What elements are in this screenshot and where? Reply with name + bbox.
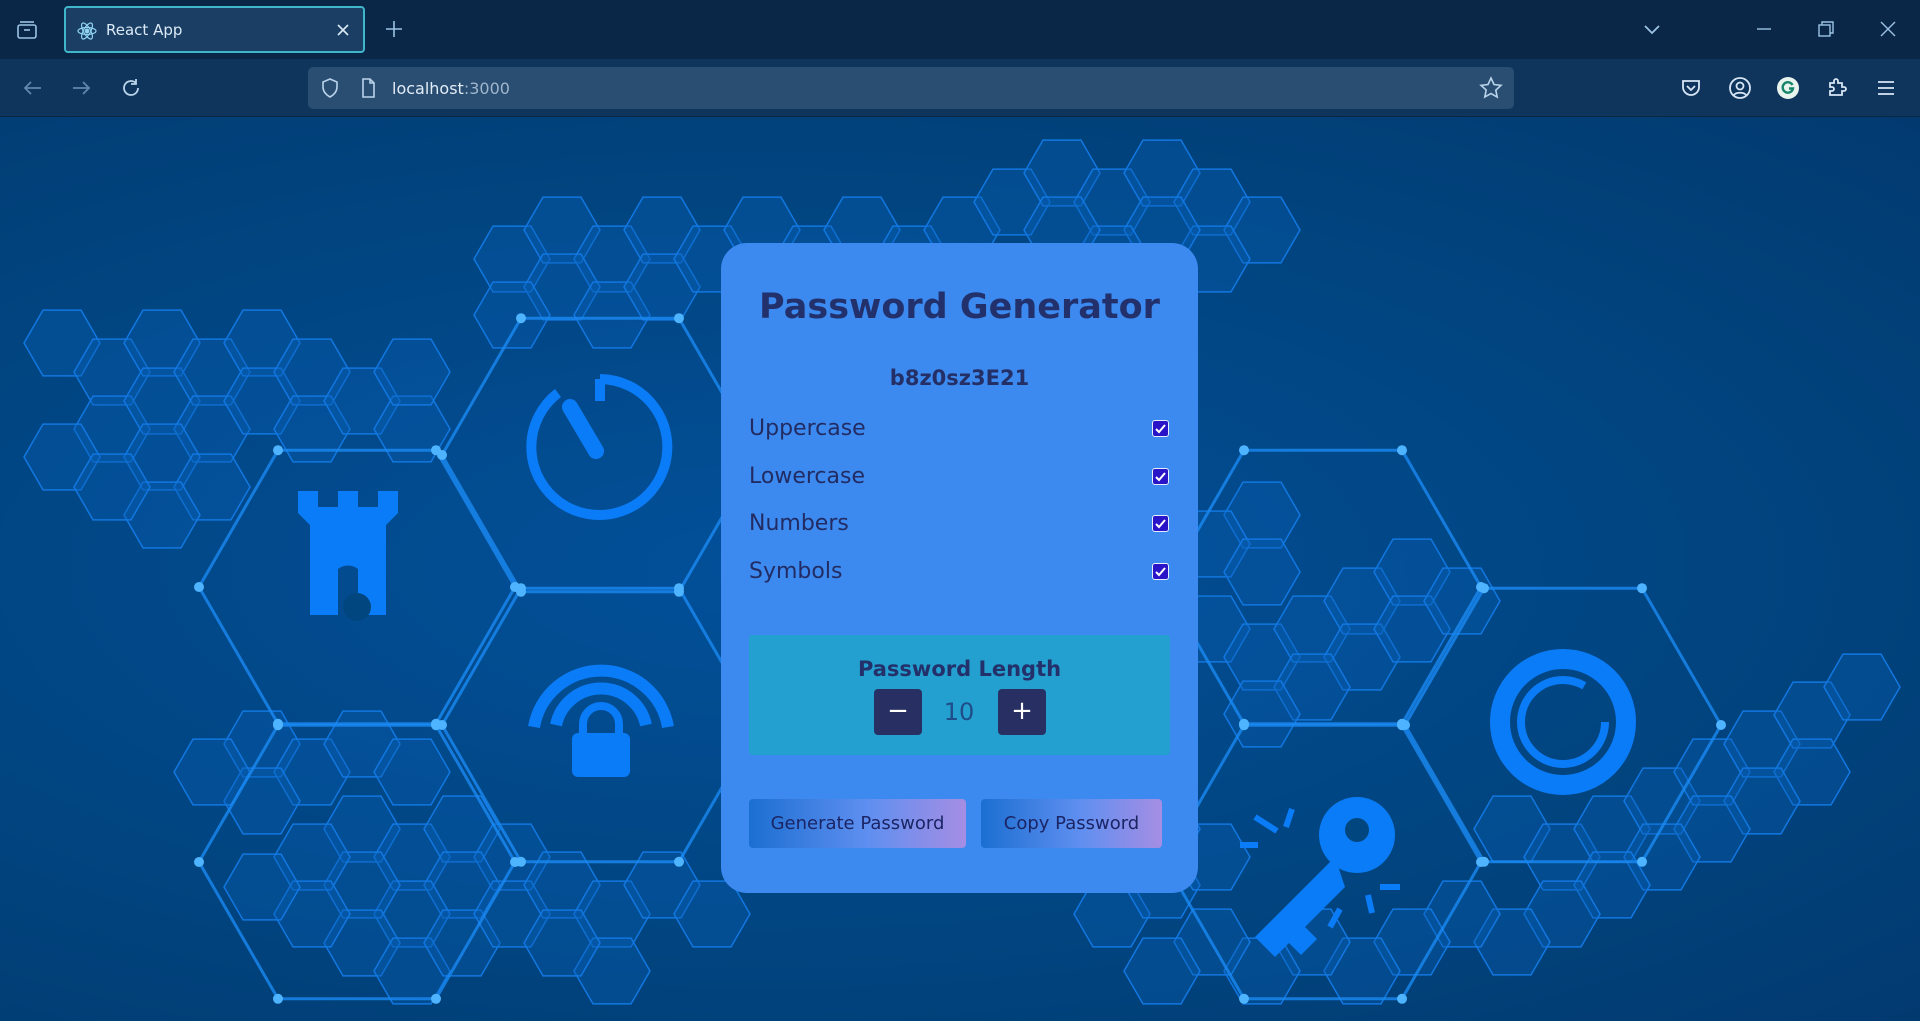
option-label: Symbols [749, 559, 843, 584]
browser-tab[interactable]: React App [64, 6, 365, 53]
password-length-panel: Password Length − 10 + [749, 635, 1170, 755]
option-uppercase: Uppercase [749, 414, 1169, 444]
hamburger-menu-icon[interactable] [1872, 74, 1900, 102]
plus-icon[interactable] [382, 17, 406, 41]
hex-node-dot [1397, 718, 1407, 729]
option-label: Numbers [749, 511, 849, 536]
hex-node-dot [273, 445, 283, 456]
arrow-left-icon[interactable] [20, 75, 46, 101]
url-host: localhost [392, 79, 464, 98]
hex-node-dot [437, 450, 447, 460]
password-generator-card: Password Generator b8z0sz3E21 Uppercase … [721, 243, 1198, 893]
pocket-icon[interactable] [1677, 74, 1705, 102]
wireless-lock-icon [528, 664, 674, 777]
circular-progress-icon [1490, 649, 1636, 795]
hex-node-dot [1476, 582, 1486, 592]
hex-node-dot [194, 582, 204, 592]
symbols-checkbox[interactable] [1152, 563, 1169, 580]
hex-node-dot [674, 313, 684, 324]
hex-node-dot [194, 857, 204, 867]
hex-node-dot [510, 857, 520, 867]
browser-nav-bar: localhost:3000 [0, 59, 1920, 117]
url-port: :3000 [463, 79, 510, 98]
hex-node-dot [674, 583, 684, 594]
star-icon[interactable] [1478, 75, 1504, 101]
option-numbers: Numbers [749, 509, 1169, 539]
hex-node-dot [674, 856, 684, 867]
copy-password-button[interactable]: Copy Password [981, 799, 1162, 848]
puzzle-icon[interactable] [1823, 74, 1851, 102]
option-lowercase: Lowercase [749, 462, 1169, 492]
restore-icon[interactable] [1814, 17, 1838, 41]
hex-node-dot [516, 313, 526, 324]
hex-node-dot [1637, 856, 1647, 867]
hex-node-dot [1239, 718, 1249, 729]
lowercase-checkbox[interactable] [1152, 468, 1169, 485]
numbers-checkbox[interactable] [1152, 515, 1169, 532]
minimize-icon[interactable] [1752, 17, 1776, 41]
folder-tabs-icon[interactable] [14, 17, 40, 43]
hex-node-dot [431, 993, 441, 1004]
hex-node-dot [516, 583, 526, 594]
hex-node-dot [1239, 445, 1249, 456]
generate-password-button[interactable]: Generate Password [749, 799, 966, 848]
address-bar[interactable]: localhost:3000 [308, 67, 1514, 109]
hex-node-dot [431, 720, 441, 731]
tab-title: React App [106, 21, 183, 39]
hex-node-dot [1239, 993, 1249, 1004]
option-symbols: Symbols [749, 557, 1169, 587]
generated-password: b8z0sz3E21 [889, 366, 1030, 390]
uppercase-checkbox[interactable] [1152, 420, 1169, 437]
password-length-value: 10 [943, 698, 975, 726]
hex-node-dot [273, 720, 283, 731]
browser-tab-bar: React App [0, 0, 1920, 59]
hex-node-dot [273, 993, 283, 1004]
page-content: Password Generator b8z0sz3E21 Uppercase … [0, 117, 1920, 1021]
arrow-right-icon[interactable] [68, 75, 94, 101]
hex-node-dot [1397, 993, 1407, 1004]
chevron-down-icon[interactable] [1640, 17, 1664, 41]
page-icon[interactable] [356, 76, 380, 100]
increment-length-button[interactable]: + [998, 689, 1046, 735]
app-title: Password Generator [759, 287, 1160, 327]
close-icon[interactable] [333, 20, 353, 40]
shield-icon[interactable] [318, 76, 342, 100]
react-atom-icon [76, 20, 98, 42]
hex-node-dot [1397, 445, 1407, 456]
option-label: Uppercase [749, 416, 866, 441]
decrement-length-button[interactable]: − [874, 689, 922, 735]
password-length-label: Password Length [857, 657, 1062, 681]
timer-icon [526, 374, 673, 520]
option-label: Lowercase [749, 464, 865, 489]
hex-node-dot [1637, 583, 1647, 594]
account-icon[interactable] [1726, 74, 1754, 102]
hex-node-dot [1479, 856, 1489, 867]
castle-icon [298, 491, 398, 621]
reload-icon[interactable] [118, 75, 144, 101]
grammarly-icon[interactable] [1774, 74, 1802, 102]
url-text: localhost:3000 [392, 79, 510, 98]
window-close-icon[interactable] [1876, 17, 1900, 41]
hex-node-dot [1716, 720, 1726, 730]
